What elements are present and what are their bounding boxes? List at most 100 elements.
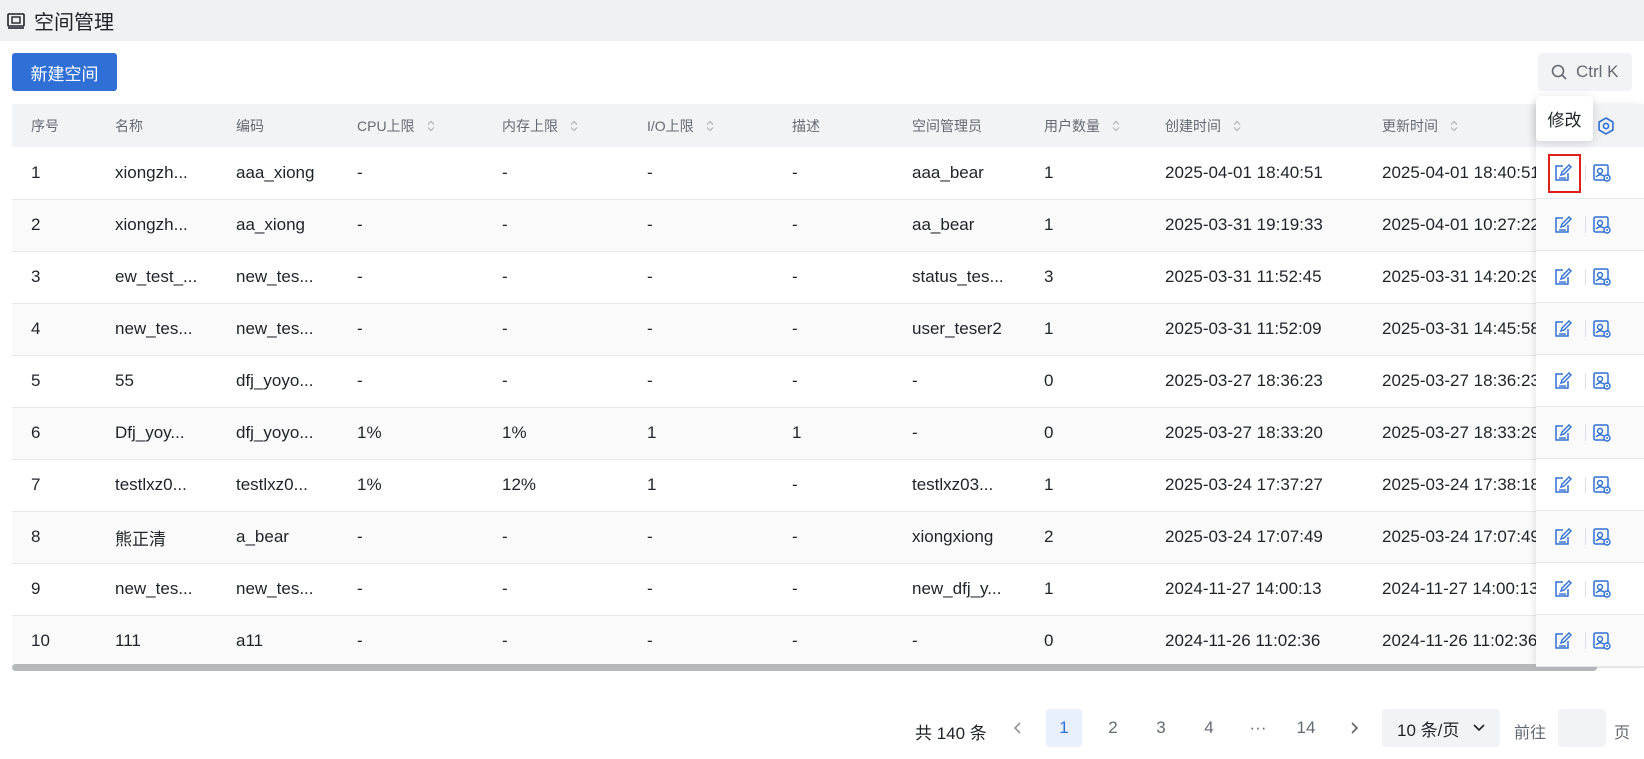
manage-users-icon[interactable]: [1590, 525, 1614, 549]
total-count: 共 140 条: [915, 724, 987, 743]
table-cell: new_tes...: [217, 563, 338, 616]
page-4[interactable]: 4: [1191, 709, 1227, 747]
table-cell: -: [773, 199, 893, 252]
edit-icon[interactable]: [1551, 369, 1575, 393]
horizontal-scrollbar[interactable]: [12, 664, 1597, 671]
table-cell: -: [628, 563, 773, 616]
sort-icon[interactable]: [1450, 119, 1458, 135]
page-ellipsis[interactable]: ···: [1240, 709, 1276, 747]
operation-divider: [1585, 633, 1586, 649]
table-cell: 7: [12, 459, 96, 512]
column-header[interactable]: 内存上限: [483, 104, 628, 147]
table-row: 2 xiongzh... aa_xiong - - - - aa_bear 1 2025-03-3…: [12, 199, 1644, 252]
column-header[interactable]: I/O上限: [628, 104, 773, 147]
search-button[interactable]: Ctrl K: [1538, 53, 1632, 91]
table-cell: 2025-03-27 18:36:23: [1146, 355, 1363, 408]
new-space-button[interactable]: 新建空间: [12, 53, 117, 91]
manage-users-icon[interactable]: [1590, 421, 1614, 445]
edit-icon[interactable]: [1551, 525, 1575, 549]
edit-icon[interactable]: [1551, 317, 1575, 341]
column-header[interactable]: 用户数量: [1025, 104, 1146, 147]
table-cell: 2025-03-24 17:37:27: [1146, 459, 1363, 512]
table-cell: -: [628, 511, 773, 564]
page-size-select[interactable]: 10 条/页: [1382, 709, 1500, 747]
table-cell: a_bear: [217, 511, 338, 564]
sort-icon[interactable]: [570, 119, 578, 135]
table-cell: -: [893, 407, 1025, 460]
manage-users-icon[interactable]: [1590, 473, 1614, 497]
prev-page-button[interactable]: [1000, 709, 1036, 747]
edit-icon[interactable]: [1551, 265, 1575, 289]
table-cell: -: [483, 303, 628, 356]
edit-icon[interactable]: [1551, 629, 1575, 653]
edit-tooltip: 修改: [1536, 96, 1593, 141]
sort-icon[interactable]: [1233, 119, 1241, 135]
sort-icon[interactable]: [706, 119, 714, 135]
table-row: 1 xiongzh... aaa_xiong - - - - aaa_bear 1 2025-04…: [12, 147, 1644, 200]
table-cell: -: [483, 563, 628, 616]
search-icon: [1551, 64, 1567, 80]
manage-users-icon[interactable]: [1590, 369, 1614, 393]
next-page-button[interactable]: [1336, 709, 1372, 747]
table-cell: 1: [773, 407, 893, 460]
table-cell: 111: [96, 615, 217, 668]
table-cell: -: [338, 511, 483, 564]
table-cell: 4: [12, 303, 96, 356]
manage-users-icon[interactable]: [1590, 265, 1614, 289]
table-header-row: 序号 名称 编码 CPU上限 内存上限 I/O上限 描述 空间管理员 用户数量 创建时间 更新时间: [12, 104, 1644, 147]
edit-icon[interactable]: [1551, 213, 1575, 237]
operation-cell: [1536, 407, 1644, 459]
space-box-icon: [6, 11, 26, 31]
column-header[interactable]: CPU上限: [338, 104, 483, 147]
table-cell: -: [483, 251, 628, 304]
page-2[interactable]: 2: [1095, 709, 1131, 747]
manage-users-icon[interactable]: [1590, 629, 1614, 653]
column-header[interactable]: 创建时间: [1146, 104, 1363, 147]
column-header-label: 创建时间: [1165, 117, 1221, 134]
table-cell: -: [773, 303, 893, 356]
table-cell: -: [773, 147, 893, 200]
column-header-label: 编码: [236, 117, 264, 134]
page-suffix: 页: [1614, 725, 1631, 742]
manage-users-icon[interactable]: [1590, 213, 1614, 237]
table-cell: -: [483, 199, 628, 252]
column-header-label: 用户数量: [1044, 117, 1100, 134]
edit-icon[interactable]: [1551, 473, 1575, 497]
table-cell: -: [773, 251, 893, 304]
table-cell: 1: [1025, 303, 1146, 356]
table-cell: 0: [1025, 407, 1146, 460]
table-cell: 8: [12, 511, 96, 564]
page-14[interactable]: 14: [1288, 709, 1324, 747]
sort-icon[interactable]: [427, 119, 435, 135]
manage-users-icon[interactable]: [1590, 317, 1614, 341]
page-1[interactable]: 1: [1046, 709, 1082, 747]
goto-label: 前往: [1514, 725, 1547, 742]
column-header-label: 描述: [792, 117, 820, 134]
table-cell: 2025-03-31 11:52:09: [1146, 303, 1363, 356]
table-cell: 55: [96, 355, 217, 408]
column-settings-icon[interactable]: [1596, 116, 1616, 141]
table-cell: ew_test_...: [96, 251, 217, 304]
table-cell: -: [628, 147, 773, 200]
manage-users-icon[interactable]: [1590, 577, 1614, 601]
table-cell: 10: [12, 615, 96, 668]
operation-cell: [1536, 199, 1644, 251]
edit-icon[interactable]: [1551, 421, 1575, 445]
table-cell: new_dfj_y...: [893, 563, 1025, 616]
page-3[interactable]: 3: [1143, 709, 1179, 747]
edit-button-highlight: [1548, 154, 1581, 193]
table-row: 9 new_tes... new_tes... - - - - new_dfj_y... 1 20…: [12, 563, 1644, 616]
table-cell: testlxz0...: [217, 459, 338, 512]
edit-icon[interactable]: [1551, 577, 1575, 601]
operation-divider: [1585, 217, 1586, 233]
table-cell: -: [893, 615, 1025, 668]
sort-icon[interactable]: [1112, 119, 1120, 135]
manage-users-icon[interactable]: [1590, 161, 1614, 185]
table-row: 7 testlxz0... testlxz0... 1% 12% 1- testlxz03.…: [12, 459, 1644, 512]
table-cell: -: [628, 355, 773, 408]
table-cell: 5: [12, 355, 96, 408]
operation-cell: [1536, 615, 1644, 667]
goto-page-input[interactable]: [1558, 709, 1606, 747]
table-cell: -: [773, 563, 893, 616]
table-cell: -: [338, 251, 483, 304]
